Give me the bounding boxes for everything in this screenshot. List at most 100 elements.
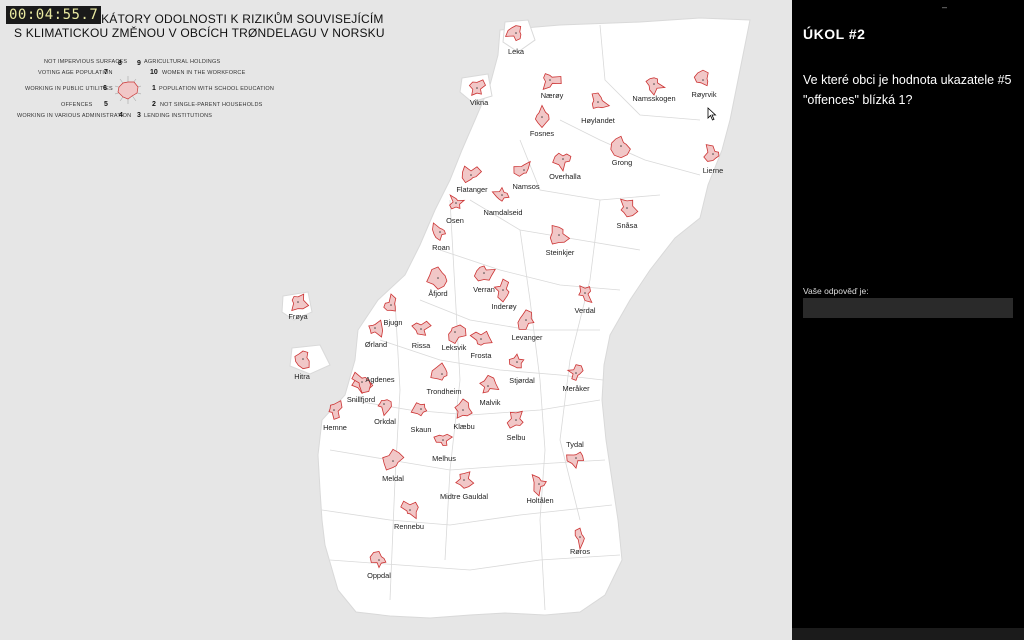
panel-dash: –	[942, 2, 948, 12]
glyph-center-dot	[702, 79, 704, 81]
town-label[interactable]: Lierne	[703, 166, 724, 175]
glyph-center-dot	[562, 158, 564, 160]
town-label[interactable]: Namsos	[512, 182, 539, 191]
town-label[interactable]: Hitra	[294, 372, 310, 381]
town-label[interactable]: Stjørdal	[509, 376, 534, 385]
task-panel: – ÚKOL #2 Ve které obci je hodnota ukaza…	[792, 0, 1024, 640]
legend-num-2: 2	[152, 101, 156, 108]
answer-input[interactable]	[803, 298, 1013, 318]
town-label[interactable]: Midtre Gauldal	[440, 492, 488, 501]
glyph-center-dot	[538, 483, 540, 485]
glyph-center-dot	[541, 116, 543, 118]
town-label[interactable]: Meldal	[382, 474, 404, 483]
town-label[interactable]: Flatanger	[456, 185, 487, 194]
glyph-center-dot	[392, 460, 394, 462]
town-label[interactable]: Levanger	[512, 333, 543, 342]
glyph-center-dot	[297, 301, 299, 303]
town-label[interactable]: Verdal	[575, 306, 596, 315]
glyph-center-dot	[549, 79, 551, 81]
glyph-center-dot	[463, 479, 465, 481]
town-label[interactable]: Trondheim	[426, 387, 461, 396]
town-label[interactable]: Leksvik	[442, 343, 467, 352]
glyph-center-dot	[333, 409, 335, 411]
glyph-center-dot	[523, 169, 525, 171]
town-label[interactable]: Frosta	[471, 351, 492, 360]
glyph-center-dot	[501, 194, 503, 196]
town-label[interactable]: Selbu	[507, 433, 526, 442]
legend-num-3: 3	[137, 112, 141, 119]
town-label[interactable]: Inderøy	[491, 302, 516, 311]
town-label[interactable]: Namsskogen	[632, 94, 675, 103]
town-label[interactable]: Namdalseid	[483, 208, 522, 217]
glyph-center-dot	[439, 231, 441, 233]
glyph-center-dot	[383, 403, 385, 405]
town-label[interactable]: Snillfjord	[347, 395, 375, 404]
glyph-center-dot	[575, 457, 577, 459]
town-label[interactable]: Tydal	[566, 440, 584, 449]
town-label[interactable]: Bjugn	[384, 318, 403, 327]
town-label[interactable]: Rissa	[412, 341, 430, 350]
legend-num-10: 10	[150, 69, 158, 76]
glyph-center-dot	[712, 153, 714, 155]
legend-num-9: 9	[137, 60, 141, 67]
town-label[interactable]: Ørland	[365, 340, 387, 349]
town-label[interactable]: Røros	[570, 547, 590, 556]
glyph-center-dot	[476, 87, 478, 89]
answer-label: Vaše odpověď je:	[803, 286, 869, 296]
legend-num-6: 6	[103, 85, 107, 92]
town-label[interactable]: Steinkjer	[546, 248, 575, 257]
legend-label-8: NOT IMPERVIOUS SURFACES	[44, 59, 128, 65]
town-label[interactable]: Grong	[612, 158, 633, 167]
town-label[interactable]: Frøya	[288, 312, 307, 321]
glyph-center-dot	[558, 234, 560, 236]
legend-label-10: WOMEN IN THE WORKFORCE	[162, 70, 246, 76]
glyph-center-dot	[462, 409, 464, 411]
town-label[interactable]: Leka	[508, 47, 524, 56]
town-label[interactable]: Verran	[473, 285, 495, 294]
glyph-center-dot	[441, 373, 443, 375]
glyph-center-dot	[480, 338, 482, 340]
legend-label-1: POPULATION WITH SCHOOL EDUCATION	[159, 86, 275, 92]
glyph-center-dot	[502, 289, 504, 291]
town-label[interactable]: Holtålen	[526, 496, 553, 505]
town-label[interactable]: Agdenes	[365, 375, 394, 384]
task-question: Ve které obci je hodnota ukazatele #5 "o…	[803, 73, 1012, 107]
glyph-center-dot	[378, 559, 380, 561]
legend-label-5: OFFENCES	[61, 102, 93, 108]
glyph-center-dot	[409, 509, 411, 511]
town-label[interactable]: Snåsa	[617, 221, 638, 230]
glyph-center-dot	[470, 174, 472, 176]
town-label[interactable]: Rennebu	[394, 522, 424, 531]
map-area[interactable]: 00:04:55.7 VYBRANÉ INDIKÁTORY ODOLNOSTI …	[0, 0, 792, 640]
town-label[interactable]: Fosnes	[530, 129, 554, 138]
town-label[interactable]: Orkdal	[374, 417, 396, 426]
town-label[interactable]: Høylandet	[581, 116, 615, 125]
legend-label-2: NOT SINGLE-PARENT HOUSEHOLDS	[160, 102, 263, 108]
town-label[interactable]: Skaun	[411, 425, 432, 434]
town-label[interactable]: Roan	[432, 243, 450, 252]
town-label[interactable]: Vikna	[470, 98, 488, 107]
town-label[interactable]: Hemne	[323, 423, 347, 432]
glyph-center-dot	[442, 439, 444, 441]
glyph-center-dot	[437, 277, 439, 279]
town-label[interactable]: Meråker	[562, 384, 589, 393]
glyph-center-dot	[487, 385, 489, 387]
town-label[interactable]: Malvik	[480, 398, 501, 407]
town-label[interactable]: Overhalla	[549, 172, 581, 181]
glyph-center-dot	[584, 292, 586, 294]
town-label[interactable]: Osen	[446, 216, 464, 225]
town-label[interactable]: Røyrvik	[691, 90, 716, 99]
town-label[interactable]: Oppdal	[367, 571, 391, 580]
glyph-center-dot	[579, 536, 581, 538]
legend-label-7: VOTING AGE POPULATION	[38, 70, 113, 76]
glyph-center-dot	[525, 319, 527, 321]
map-title-line2: S KLIMATICKOU ZMĚNOU V OBCÍCH TRØNDELAGU…	[14, 26, 385, 40]
legend-num-5: 5	[104, 101, 108, 108]
task-title: ÚKOL #2	[803, 26, 866, 42]
panel-bottom-bar	[792, 628, 1024, 640]
glyph-center-dot	[374, 327, 376, 329]
town-label[interactable]: Klæbu	[453, 422, 474, 431]
town-label[interactable]: Nærøy	[541, 91, 564, 100]
town-label[interactable]: Åfjord	[428, 289, 447, 298]
town-label[interactable]: Melhus	[432, 454, 456, 463]
